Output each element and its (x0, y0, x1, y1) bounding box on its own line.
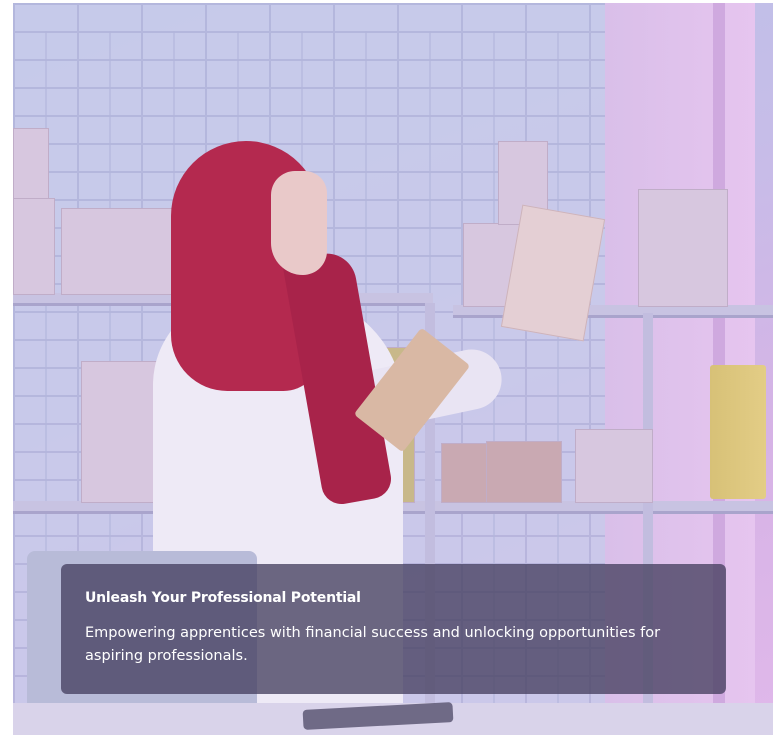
face (271, 171, 327, 275)
hero-title: Unleash Your Professional Potential (85, 590, 361, 606)
hero-description: Empowering apprentices with financial su… (85, 625, 661, 664)
hero-banner: Unleash Your Professional Potential Empo… (13, 3, 773, 735)
box (61, 208, 183, 295)
box (486, 441, 562, 503)
box (81, 361, 161, 503)
box (13, 198, 55, 295)
box (13, 128, 49, 200)
shopping-bag (710, 365, 766, 499)
hero-caption-card: Unleash Your Professional Potential Empo… (61, 564, 726, 694)
box (575, 429, 653, 503)
box (638, 189, 728, 307)
